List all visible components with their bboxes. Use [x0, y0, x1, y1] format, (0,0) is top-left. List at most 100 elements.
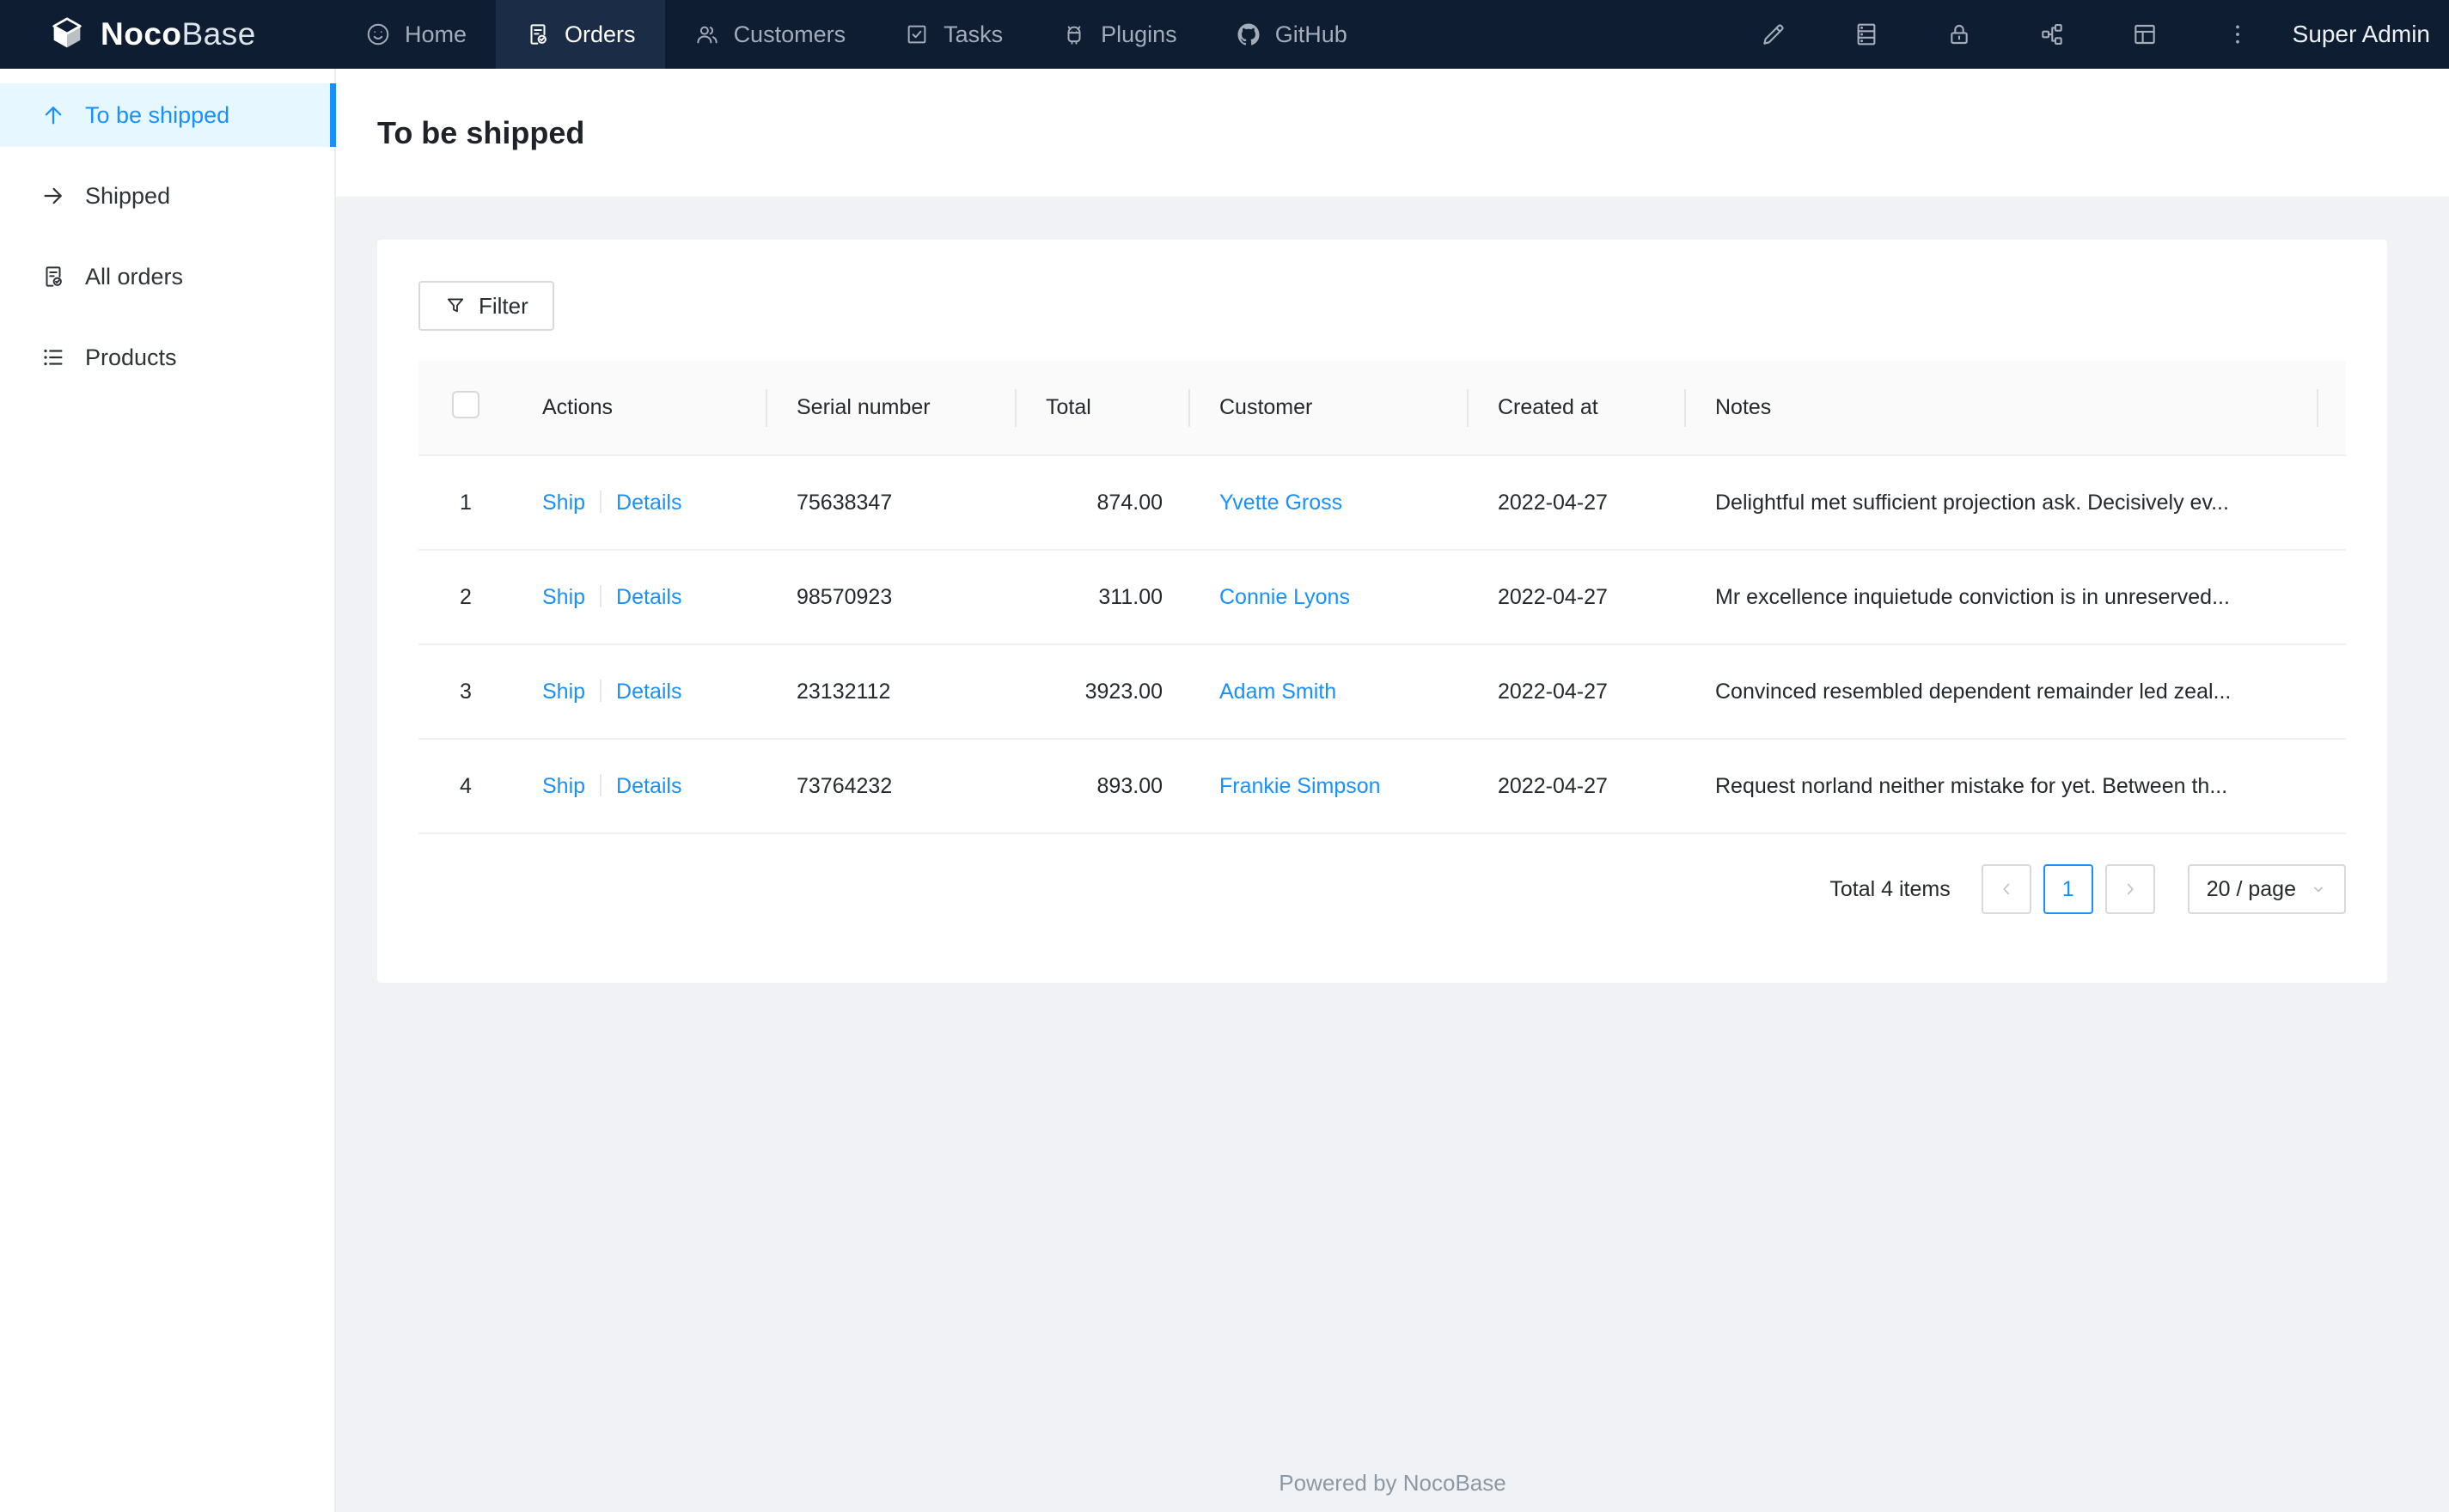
android-icon: [1067, 26, 1081, 45]
row-actions: Ship Details: [513, 739, 767, 834]
partition-icon[interactable]: [2006, 0, 2098, 69]
check-square-icon: [907, 25, 926, 44]
pagination: Total 4 items 1 20 / page: [418, 864, 2346, 914]
sidebar-item-products[interactable]: Products: [0, 326, 334, 389]
file-done-icon: [46, 266, 62, 287]
action-divider: [600, 679, 602, 702]
sidebar-item-label: Products: [85, 344, 177, 370]
powered-by-footer: Powered by NocoBase: [1279, 1470, 1506, 1496]
content-area: Filter Actions Serial number Total Custo…: [336, 197, 2449, 1512]
row-actions: Ship Details: [513, 455, 767, 551]
ship-link[interactable]: Ship: [542, 774, 585, 798]
arrow-up-icon: [45, 107, 62, 125]
details-link[interactable]: Details: [616, 774, 681, 798]
row-index: 1: [418, 455, 513, 551]
row-created-at: 2022-04-27: [1469, 455, 1686, 551]
page-header: To be shipped: [336, 69, 2449, 197]
row-total: 3923.00: [1017, 644, 1190, 740]
sidebar-item-all-orders[interactable]: All orders: [0, 245, 334, 308]
row-created-at: 2022-04-27: [1469, 739, 1686, 834]
github-icon: [1237, 23, 1260, 46]
ship-link[interactable]: Ship: [542, 680, 585, 704]
brand-text: NocoBase: [101, 16, 256, 52]
main-menu: Home Orders Customers Tasks Plugins GitH…: [336, 0, 1377, 69]
customer-link[interactable]: Frankie Simpson: [1219, 774, 1381, 798]
column-header-customer: Customer: [1190, 361, 1469, 456]
customer-link[interactable]: Connie Lyons: [1219, 585, 1350, 609]
nav-item-tasks[interactable]: Tasks: [875, 0, 1032, 69]
table-row: 1 Ship Details 75638347 874.00 Yvette Gro…: [418, 455, 2346, 551]
sidebar-item-shipped[interactable]: Shipped: [0, 164, 334, 228]
row-total: 311.00: [1017, 550, 1190, 645]
row-index: 3: [418, 644, 513, 740]
column-header-serial: Serial number: [767, 361, 1017, 456]
row-created-at: 2022-04-27: [1469, 644, 1686, 740]
row-created-at: 2022-04-27: [1469, 550, 1686, 645]
action-divider: [600, 773, 602, 796]
nav-item-label: Orders: [565, 21, 636, 47]
nav-item-orders[interactable]: Orders: [496, 0, 665, 69]
row-customer: Yvette Gross: [1190, 455, 1469, 551]
database-icon[interactable]: [1820, 0, 1913, 69]
main-area: To be shipped Filter Actions Serial numb…: [336, 69, 2449, 1512]
more-icon[interactable]: [2191, 0, 2284, 69]
nav-item-plugins[interactable]: Plugins: [1032, 0, 1206, 69]
chevron-left-icon: [2003, 883, 2009, 895]
customer-link[interactable]: Yvette Gross: [1219, 491, 1342, 515]
row-notes: Request norland neither mistake for yet.…: [1686, 739, 2318, 834]
details-link[interactable]: Details: [616, 491, 681, 515]
prev-page-button[interactable]: [1981, 864, 2031, 914]
sidebar: To be shipped Shipped All orders Product…: [0, 69, 336, 1512]
nav-item-github[interactable]: GitHub: [1206, 0, 1377, 69]
nav-item-label: Tasks: [944, 21, 1004, 47]
sidebar-item-to-be-shipped[interactable]: To be shipped: [0, 83, 336, 147]
layout-icon[interactable]: [2098, 0, 2191, 69]
unordered-list-icon: [44, 349, 63, 366]
row-actions: Ship Details: [513, 550, 767, 645]
navbar-actions: Super Admin: [1727, 0, 2449, 69]
row-actions: Ship Details: [513, 644, 767, 740]
row-index: 2: [418, 550, 513, 645]
highlight-icon[interactable]: [1727, 0, 1820, 69]
nav-item-customers[interactable]: Customers: [665, 0, 876, 69]
customer-link[interactable]: Adam Smith: [1219, 680, 1336, 704]
details-link[interactable]: Details: [616, 680, 681, 704]
column-header-total: Total: [1017, 361, 1190, 456]
sidebar-item-label: To be shipped: [85, 101, 230, 128]
ship-link[interactable]: Ship: [542, 585, 585, 609]
table-row: 2 Ship Details 98570923 311.00 Connie Lyo…: [418, 550, 2346, 645]
page-size-select[interactable]: 20 / page: [2187, 864, 2346, 914]
nocobase-logo[interactable]: NocoBase: [0, 0, 336, 69]
row-total: 893.00: [1017, 739, 1190, 834]
action-divider: [600, 584, 602, 607]
ship-link[interactable]: Ship: [542, 491, 585, 515]
table-header-row: Actions Serial number Total Customer Cre…: [418, 361, 2346, 456]
row-serial: 75638347: [767, 455, 1017, 551]
row-customer: Frankie Simpson: [1190, 739, 1469, 834]
orders-table: Actions Serial number Total Customer Cre…: [418, 361, 2346, 834]
table-row: 4 Ship Details 73764232 893.00 Frankie Si…: [418, 739, 2346, 834]
page-number-button[interactable]: 1: [2043, 864, 2093, 914]
nocobase-logo-icon: [52, 17, 82, 48]
details-link[interactable]: Details: [616, 585, 681, 609]
page-title: To be shipped: [377, 114, 585, 150]
next-page-button[interactable]: [2104, 864, 2155, 914]
smile-icon: [367, 23, 389, 46]
sidebar-item-label: All orders: [85, 263, 184, 290]
select-all-checkbox[interactable]: [452, 391, 479, 418]
file-done-icon: [530, 24, 547, 45]
row-index: 4: [418, 739, 513, 834]
nav-item-label: GitHub: [1274, 21, 1347, 47]
nav-item-label: Plugins: [1101, 21, 1177, 47]
column-header-notes: Notes: [1686, 361, 2318, 456]
user-menu[interactable]: Super Admin: [2293, 21, 2430, 48]
nav-item-home[interactable]: Home: [336, 0, 496, 69]
orders-card: Filter Actions Serial number Total Custo…: [377, 240, 2387, 983]
app-window: NocoBase Home Orders Customers Tasks Plu…: [0, 0, 2449, 1512]
team-icon: [696, 26, 718, 44]
row-total: 874.00: [1017, 455, 1190, 551]
lock-icon[interactable]: [1913, 0, 2006, 69]
nav-item-label: Home: [405, 21, 467, 47]
row-serial: 23132112: [767, 644, 1017, 740]
filter-button[interactable]: Filter: [418, 281, 554, 331]
